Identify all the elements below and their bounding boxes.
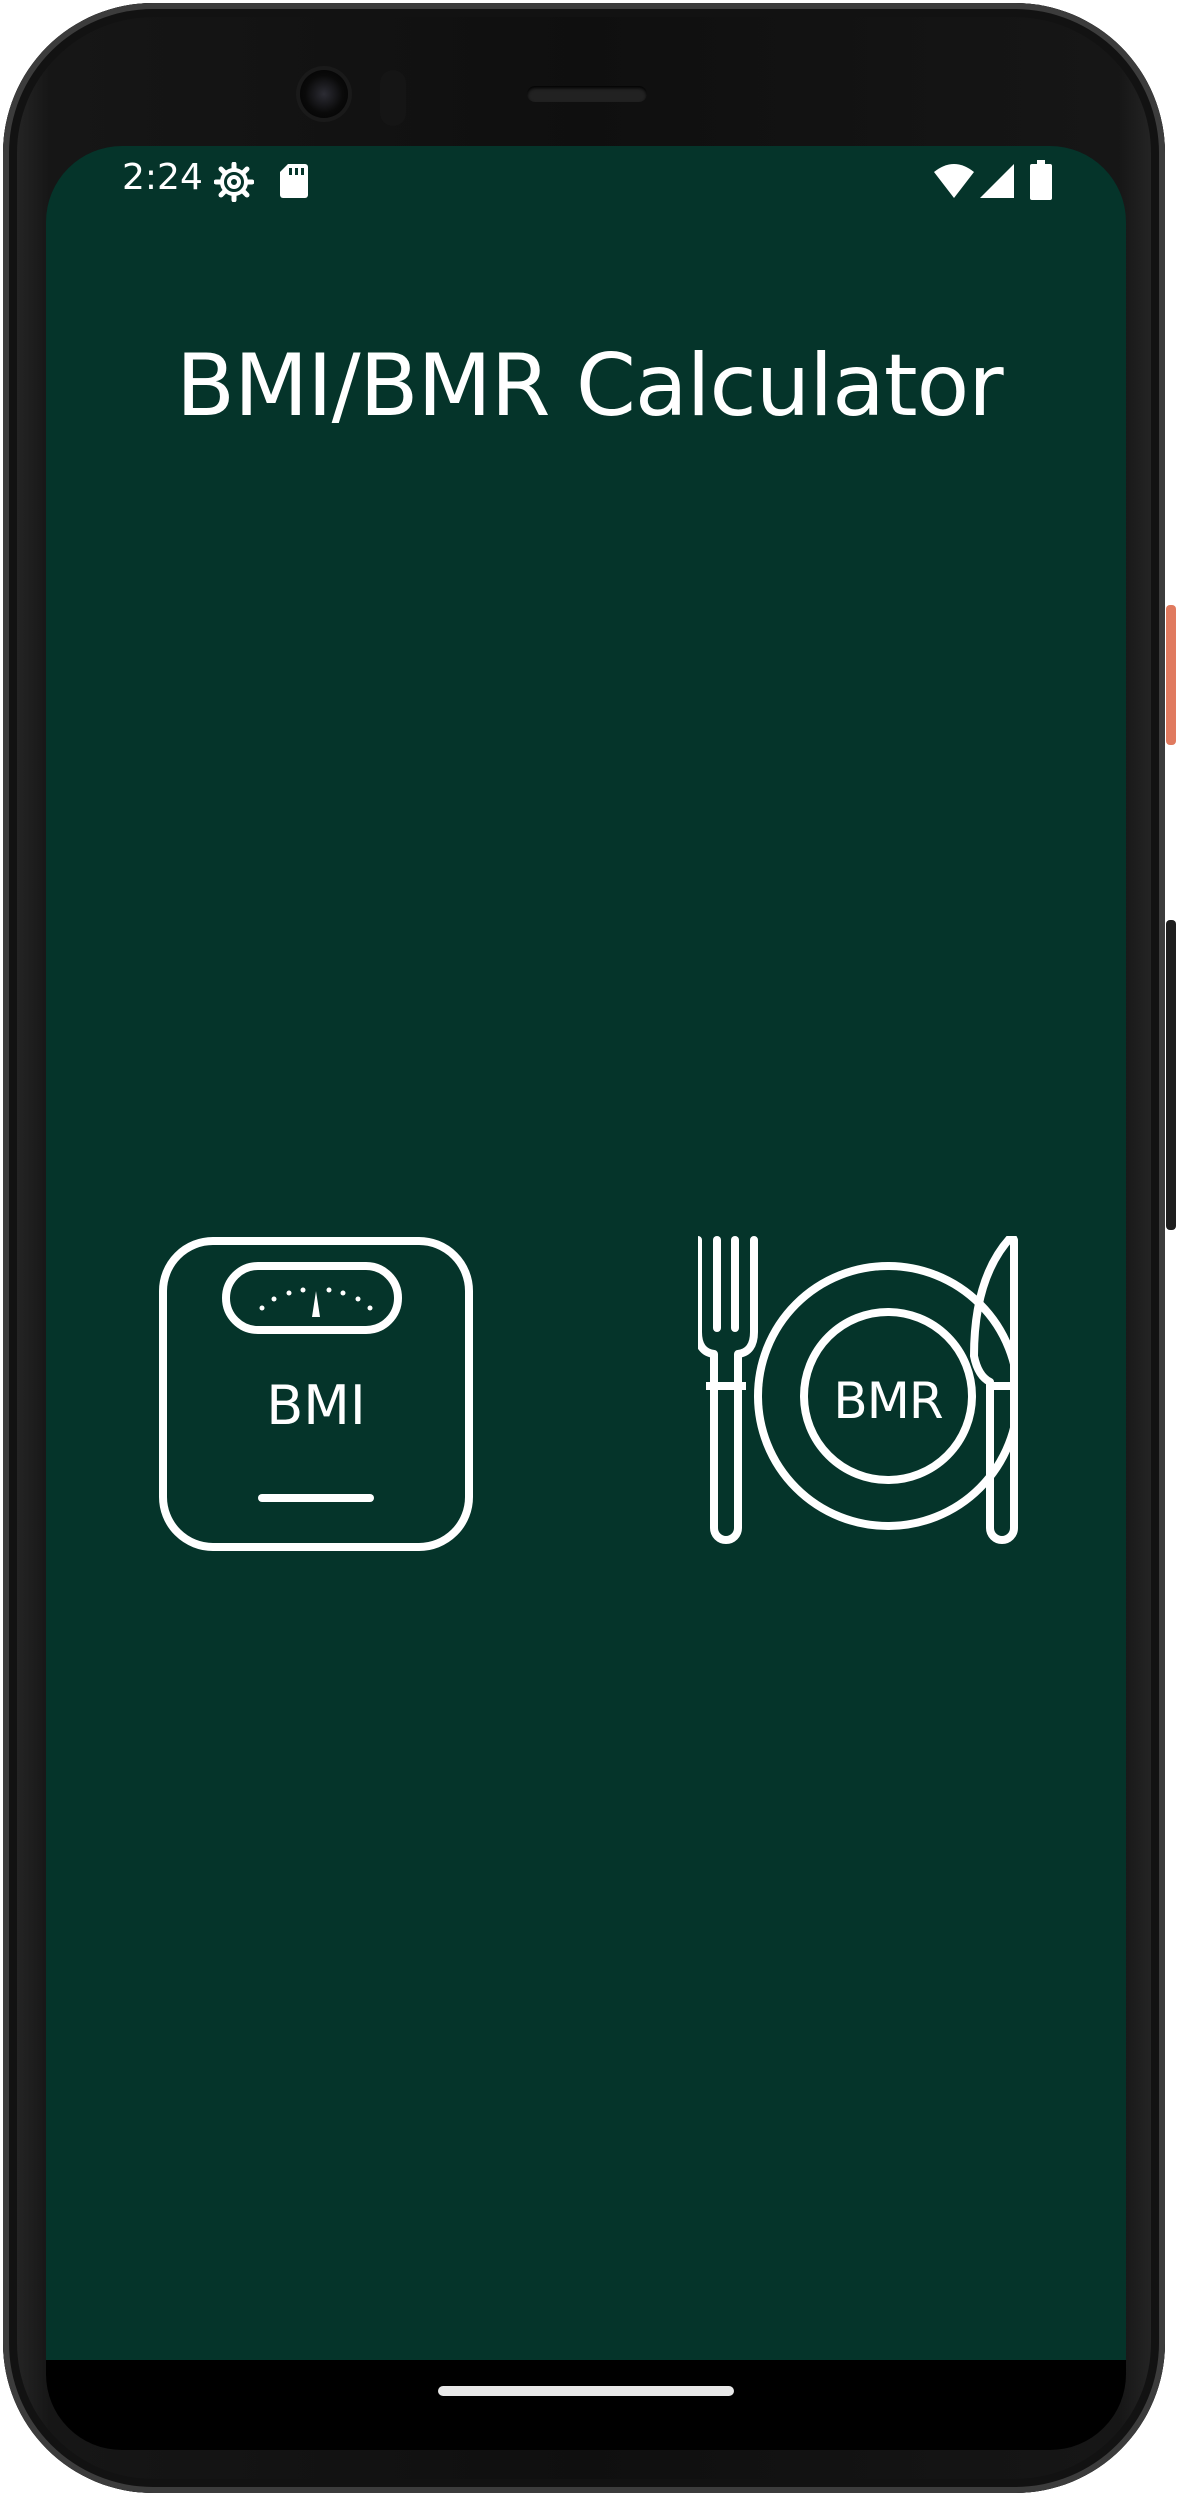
volume-rocker [1166,920,1176,1230]
front-camera [300,70,348,118]
earpiece-speaker [527,86,647,102]
status-bar: 2:24 [46,146,1126,218]
bmi-label: BMI [266,1374,366,1437]
page-title: BMI/BMR Calculator [176,336,1004,436]
battery-icon [1030,160,1052,200]
bmr-label: BMR [833,1372,943,1430]
wifi-icon [934,164,974,198]
status-time: 2:24 [122,157,203,198]
sd-card-icon [280,164,308,198]
bmi-button[interactable]: BMI [158,1236,474,1552]
proximity-sensor [380,70,406,126]
cell-signal-icon [980,164,1014,198]
home-gesture-handle[interactable] [438,2386,734,2396]
power-button [1166,605,1176,745]
settings-gear-icon [214,162,254,202]
navigation-bar [46,2360,1126,2450]
app-screen: 2:24 BMI/BMR Calculator BMI BMR [46,146,1126,2360]
bmr-button[interactable]: BMR [698,1236,1018,1556]
